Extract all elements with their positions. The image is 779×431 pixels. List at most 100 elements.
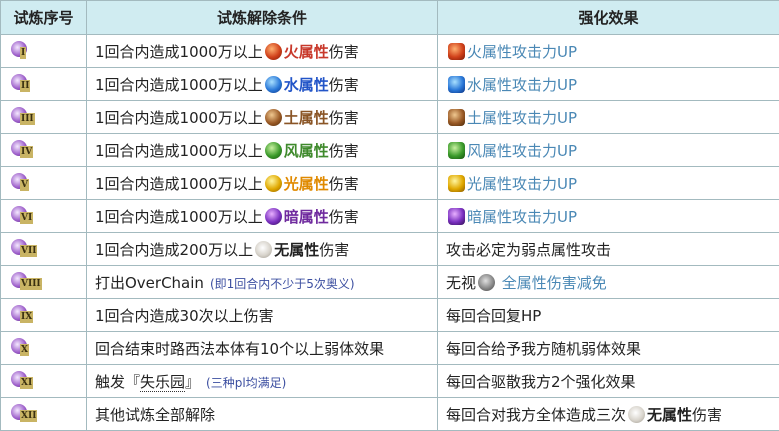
wind-attack-up-icon (448, 142, 465, 159)
condition-cell: 1回合内造成1000万以上 风属性伤害 (87, 134, 438, 167)
effect-cell: 每回合对我方全体造成三次无属性伤害 (438, 398, 779, 431)
trial-number-cell: V (1, 167, 87, 200)
effect-cell: 无视 全属性伤害减免 (438, 266, 779, 299)
fire-orb-icon (265, 43, 282, 60)
table-row: X 回合结束时路西法本体有10个以上弱体效果每回合给予我方随机弱体效果 (1, 332, 779, 365)
rank-numeral: VII (20, 245, 37, 257)
header-buff-effect: 强化效果 (438, 1, 779, 35)
header-unlock-condition: 试炼解除条件 (87, 1, 438, 35)
rank-numeral: III (20, 113, 35, 125)
trial-number-cell: IX (1, 299, 87, 332)
condition-text: 其他试炼全部解除 (95, 406, 215, 424)
earth-orb-icon (265, 109, 282, 126)
condition-text: 1回合内造成1000万以上 (95, 43, 263, 61)
trial-number-cell: X (1, 332, 87, 365)
trial-rank-icon: II (11, 73, 35, 95)
effect-cell: 每回合给予我方随机弱体效果 (438, 332, 779, 365)
rank-numeral: XII (20, 410, 37, 422)
trial-rank-icon: X (11, 337, 35, 359)
effect-text: 每回合回复HP (446, 307, 541, 325)
light-orb-icon (265, 175, 282, 192)
effect-link[interactable]: 风属性攻击力UP (467, 142, 577, 160)
effect-link[interactable]: 火属性攻击力UP (467, 43, 577, 61)
condition-note: (三种pl均满足) (206, 376, 286, 390)
element-label: 风属性 (284, 142, 329, 160)
rank-numeral: II (20, 80, 30, 92)
trial-rank-icon: IX (11, 304, 35, 326)
light-attack-up-icon (448, 175, 465, 192)
condition-suffix: 伤害 (329, 175, 359, 193)
trial-rank-icon: XII (11, 403, 35, 425)
condition-suffix: 伤害 (319, 241, 349, 259)
condition-cell: 其他试炼全部解除 (87, 398, 438, 431)
effect-text: 每回合给予我方随机弱体效果 (446, 340, 641, 358)
condition-text: 1回合内造成30次以上伤害 (95, 307, 274, 325)
effect-link[interactable]: 水属性攻击力UP (467, 76, 577, 94)
condition-cell: 1回合内造成200万以上无属性伤害 (87, 233, 438, 266)
condition-suffix: 伤害 (329, 142, 359, 160)
effect-cell: 土属性攻击力UP (438, 101, 779, 134)
table-row: XI触发『失乐园』(三种pl均满足)每回合驱散我方2个强化效果 (1, 365, 779, 398)
effect-link[interactable]: 光属性攻击力UP (467, 175, 577, 193)
table-row: VI1回合内造成1000万以上暗属性伤害暗属性攻击力UP (1, 200, 779, 233)
effect-link[interactable]: 土属性攻击力UP (467, 109, 577, 127)
effect-text: 每回合对我方全体造成三次 (446, 406, 626, 424)
earth-attack-up-icon (448, 109, 465, 126)
effect-cell: 每回合回复HP (438, 299, 779, 332)
damage-reduction-icon (478, 274, 495, 291)
water-orb-icon (265, 76, 282, 93)
trial-rank-icon: V (11, 172, 35, 194)
condition-suffix: 伤害 (329, 208, 359, 226)
effect-prefix: 无视 (446, 274, 476, 292)
trial-number-cell: VIII (1, 266, 87, 299)
trial-rank-icon: IV (11, 139, 35, 161)
effect-text: 每回合驱散我方2个强化效果 (446, 373, 636, 391)
rank-numeral: IV (20, 146, 33, 158)
table-row: XII 其他试炼全部解除 每回合对我方全体造成三次无属性伤害 (1, 398, 779, 431)
trial-number-cell: IV (1, 134, 87, 167)
effect-cell: 攻击必定为弱点属性攻击 (438, 233, 779, 266)
condition-cell: 触发『失乐园』(三种pl均满足) (87, 365, 438, 398)
rank-numeral: I (20, 47, 26, 59)
trial-number-cell: VI (1, 200, 87, 233)
effect-cell: 水属性攻击力UP (438, 68, 779, 101)
condition-text: 1回合内造成1000万以上 (95, 142, 263, 160)
trial-number-cell: III (1, 101, 87, 134)
paradise-lost-link[interactable]: 失乐园 (140, 373, 185, 392)
header-trial-number: 试炼序号 (1, 1, 87, 35)
effect-cell: 风属性攻击力UP (438, 134, 779, 167)
effect-link[interactable]: 全属性伤害减免 (502, 274, 607, 292)
table-row: VIII打出OverChain(即1回合内不少于5次奥义)无视 全属性伤害减免 (1, 266, 779, 299)
trial-rank-icon: III (11, 106, 35, 128)
rank-numeral: VI (20, 212, 33, 224)
condition-cell: 回合结束时路西法本体有10个以上弱体效果 (87, 332, 438, 365)
condition-suffix: 伤害 (329, 43, 359, 61)
condition-cell: 1回合内造成1000万以上光属性伤害 (87, 167, 438, 200)
trial-rank-icon: XI (11, 370, 35, 392)
condition-cell: 打出OverChain(即1回合内不少于5次奥义) (87, 266, 438, 299)
trial-number-cell: I (1, 35, 87, 68)
dark-orb-icon (265, 208, 282, 225)
trial-table: 试炼序号 试炼解除条件 强化效果 I1回合内造成1000万以上火属性伤害火属性攻… (0, 0, 779, 431)
wind-orb-icon (265, 142, 282, 159)
dark-attack-up-icon (448, 208, 465, 225)
effect-link[interactable]: 暗属性攻击力UP (467, 208, 577, 226)
table-row: III1回合内造成1000万以上土属性伤害土属性攻击力UP (1, 101, 779, 134)
trial-rank-icon: VII (11, 238, 35, 260)
rank-numeral: XI (20, 377, 33, 389)
effect-cell: 光属性攻击力UP (438, 167, 779, 200)
condition-text: 打出OverChain (95, 274, 204, 292)
rank-numeral: X (20, 344, 29, 356)
effect-cell: 暗属性攻击力UP (438, 200, 779, 233)
condition-cell: 1回合内造成1000万以上 火属性伤害 (87, 35, 438, 68)
trial-number-cell: VII (1, 233, 87, 266)
element-label: 火属性 (284, 43, 329, 61)
condition-suffix: 伤害 (329, 76, 359, 94)
table-row: V 1回合内造成1000万以上光属性伤害 光属性攻击力UP (1, 167, 779, 200)
trial-rank-icon: I (11, 40, 35, 62)
none-orb-icon (628, 406, 645, 423)
effect-suffix: 伤害 (692, 406, 722, 424)
condition-suffix: 』 (185, 373, 200, 391)
element-label: 土属性 (284, 109, 329, 127)
element-label: 暗属性 (284, 208, 329, 226)
